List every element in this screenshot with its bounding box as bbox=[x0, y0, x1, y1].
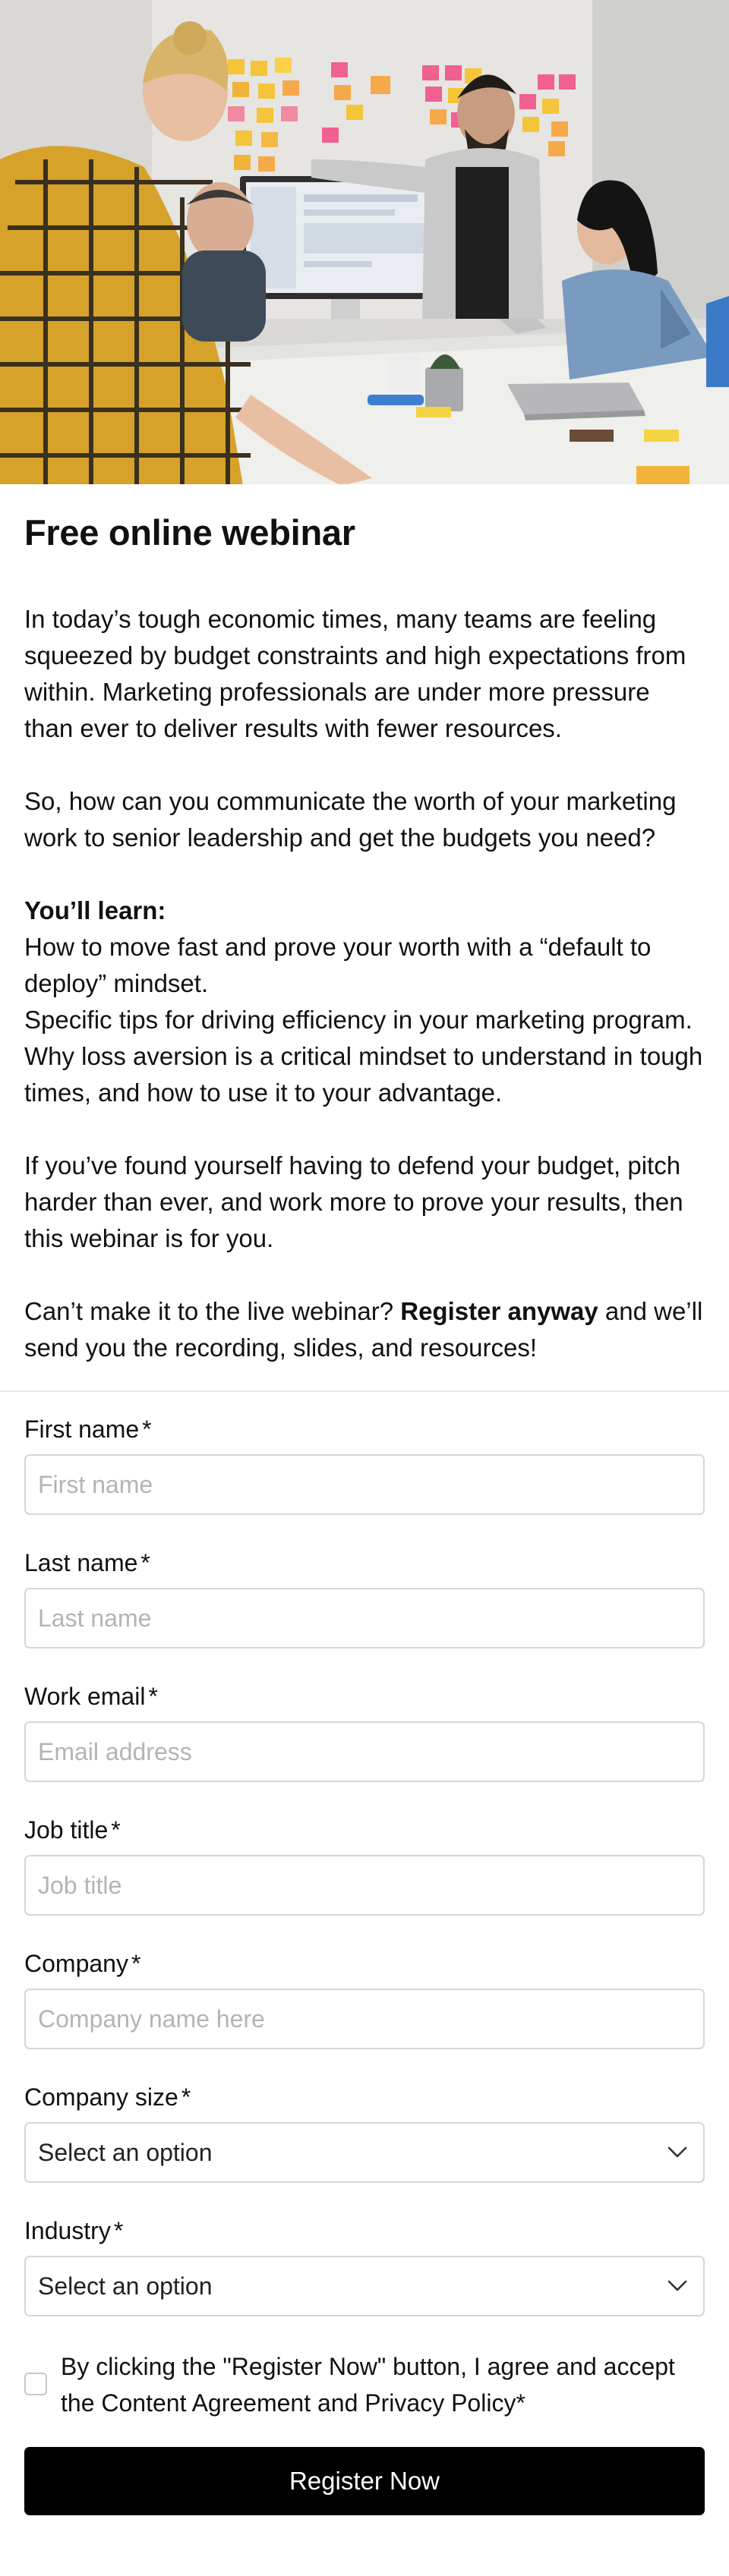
learn-heading: You’ll learn: bbox=[24, 896, 166, 925]
first-name-field: First name * bbox=[24, 1413, 705, 1516]
learn-bullet-2: Specific tips for driving efficiency in … bbox=[24, 1002, 705, 1038]
job-title-input[interactable] bbox=[24, 1855, 705, 1916]
industry-select[interactable]: Select an option bbox=[24, 2256, 705, 2317]
required-mark: * bbox=[148, 1683, 158, 1711]
required-mark: * bbox=[111, 1816, 121, 1844]
industry-field: Industry * Select an option bbox=[24, 2215, 705, 2317]
work-email-field: Work email * bbox=[24, 1680, 705, 1783]
required-mark: * bbox=[181, 2083, 191, 2112]
last-name-label: Last name bbox=[24, 1549, 138, 1577]
webinar-description: In today’s tough economic times, many te… bbox=[24, 601, 705, 1366]
intro-paragraph-2: So, how can you communicate the worth of… bbox=[24, 787, 677, 852]
chevron-down-icon bbox=[664, 2139, 691, 2166]
learn-bullet-text: Why loss aversion is a critical mindset … bbox=[24, 1042, 703, 1107]
consent-row: By clicking the "Register Now" button, I… bbox=[24, 2348, 705, 2421]
required-mark: * bbox=[142, 1416, 152, 1444]
required-mark: * bbox=[516, 2389, 525, 2417]
company-input[interactable] bbox=[24, 1989, 705, 2050]
industry-label: Industry bbox=[24, 2217, 111, 2245]
register-anyway-text: Register anyway bbox=[400, 1297, 598, 1326]
required-mark: * bbox=[113, 2217, 124, 2245]
intro-paragraph-3: If you’ve found yourself having to defen… bbox=[24, 1151, 683, 1253]
page-title: Free online webinar bbox=[24, 512, 355, 553]
intro-paragraph-1: In today’s tough economic times, many te… bbox=[24, 605, 686, 743]
chevron-down-icon bbox=[664, 2272, 691, 2300]
consent-checkbox[interactable] bbox=[24, 2373, 47, 2396]
company-size-selected: Select an option bbox=[38, 2138, 213, 2166]
learn-bullet-1: How to move fast and prove your worth wi… bbox=[24, 929, 705, 1002]
company-size-select[interactable]: Select an option bbox=[24, 2122, 705, 2184]
last-name-field: Last name * bbox=[24, 1547, 705, 1649]
company-size-label: Company size bbox=[24, 2083, 178, 2112]
company-field: Company * bbox=[24, 1948, 705, 2050]
required-mark: * bbox=[140, 1549, 150, 1577]
job-title-field: Job title * bbox=[24, 1814, 705, 1916]
p4-pre-text: Can’t make it to the live webinar? bbox=[24, 1297, 401, 1326]
last-name-input[interactable] bbox=[24, 1588, 705, 1649]
register-now-button[interactable]: Register Now bbox=[24, 2447, 705, 2516]
first-name-input[interactable] bbox=[24, 1454, 705, 1516]
intro-paragraph-4: Can’t make it to the live webinar? Regis… bbox=[24, 1293, 705, 1366]
work-email-label: Work email bbox=[24, 1683, 146, 1711]
registration-form: First name* Last name* Work email* Job t… bbox=[0, 1392, 729, 2516]
hero-image bbox=[0, 0, 729, 484]
industry-selected: Select an option bbox=[38, 2272, 213, 2300]
company-size-field: Company size * Select an option bbox=[24, 2081, 705, 2184]
work-email-input[interactable] bbox=[24, 1721, 705, 1783]
first-name-label: First name bbox=[24, 1416, 140, 1444]
learn-bullet-3: Why loss aversion is a critical mindset … bbox=[24, 1038, 705, 1111]
company-label: Company bbox=[24, 1950, 128, 1978]
learn-bullet-text: Specific tips for driving efficiency in … bbox=[24, 1006, 693, 1034]
meeting-photo bbox=[0, 0, 729, 484]
learn-bullet-text: How to move fast and prove your worth wi… bbox=[24, 933, 652, 998]
consent-text: By clicking the "Register Now" button, I… bbox=[61, 2353, 675, 2417]
required-mark: * bbox=[131, 1950, 141, 1978]
job-title-label: Job title bbox=[24, 1816, 109, 1844]
